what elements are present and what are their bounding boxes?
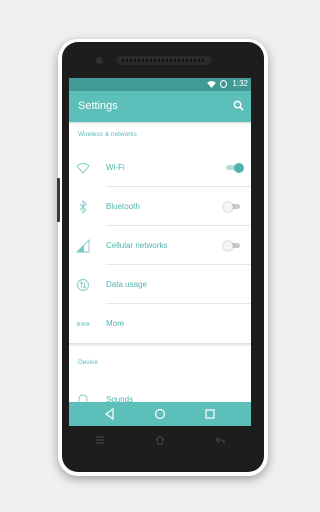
settings-item-cellular[interactable]: Cellular networks [69,226,251,265]
status-bar: 1:32 [69,78,251,91]
section-divider [69,343,251,346]
data-usage-icon [77,279,89,291]
bluetooth-toggle[interactable] [223,201,240,212]
recents-icon[interactable] [203,407,217,421]
navigation-bar [69,402,251,426]
app-bar: Settings [69,91,251,122]
front-camera [96,57,103,64]
side-button [57,178,60,222]
settings-item-label: More [106,319,125,328]
battery-icon [220,80,227,88]
signal-icon [76,239,90,253]
settings-item-wifi[interactable]: Wi-Fi [69,148,251,187]
menu-icon[interactable] [94,434,106,446]
wifi-toggle[interactable] [226,162,244,173]
home-icon[interactable] [153,407,167,421]
settings-item-bluetooth[interactable]: Bluetooth [69,187,251,226]
bluetooth-icon [79,200,87,214]
status-time: 1:32 [232,79,248,88]
more-icon [76,322,90,326]
search-icon[interactable] [233,100,244,111]
settings-item-label: Bluetooth [106,202,140,211]
screen: 1:32 Settings Wireless & networks Wi-Fi … [69,78,251,426]
section-header-device: Device [78,359,98,366]
back-icon[interactable] [214,434,226,446]
settings-item-label: Wi-Fi [106,163,125,172]
settings-item-label: Cellular networks [106,241,168,250]
section-header-wireless: Wireless & networks [78,131,137,138]
settings-item-label: Data usage [106,280,147,289]
back-icon[interactable] [103,407,117,421]
settings-item-more[interactable]: More [69,304,251,343]
settings-item-data-usage[interactable]: Data usage [69,265,251,304]
home-icon[interactable] [154,434,166,446]
page-title: Settings [78,100,118,112]
cellular-toggle[interactable] [223,240,240,251]
wifi-icon [76,163,90,174]
earpiece-speaker [116,56,212,65]
wifi-icon [207,81,216,88]
